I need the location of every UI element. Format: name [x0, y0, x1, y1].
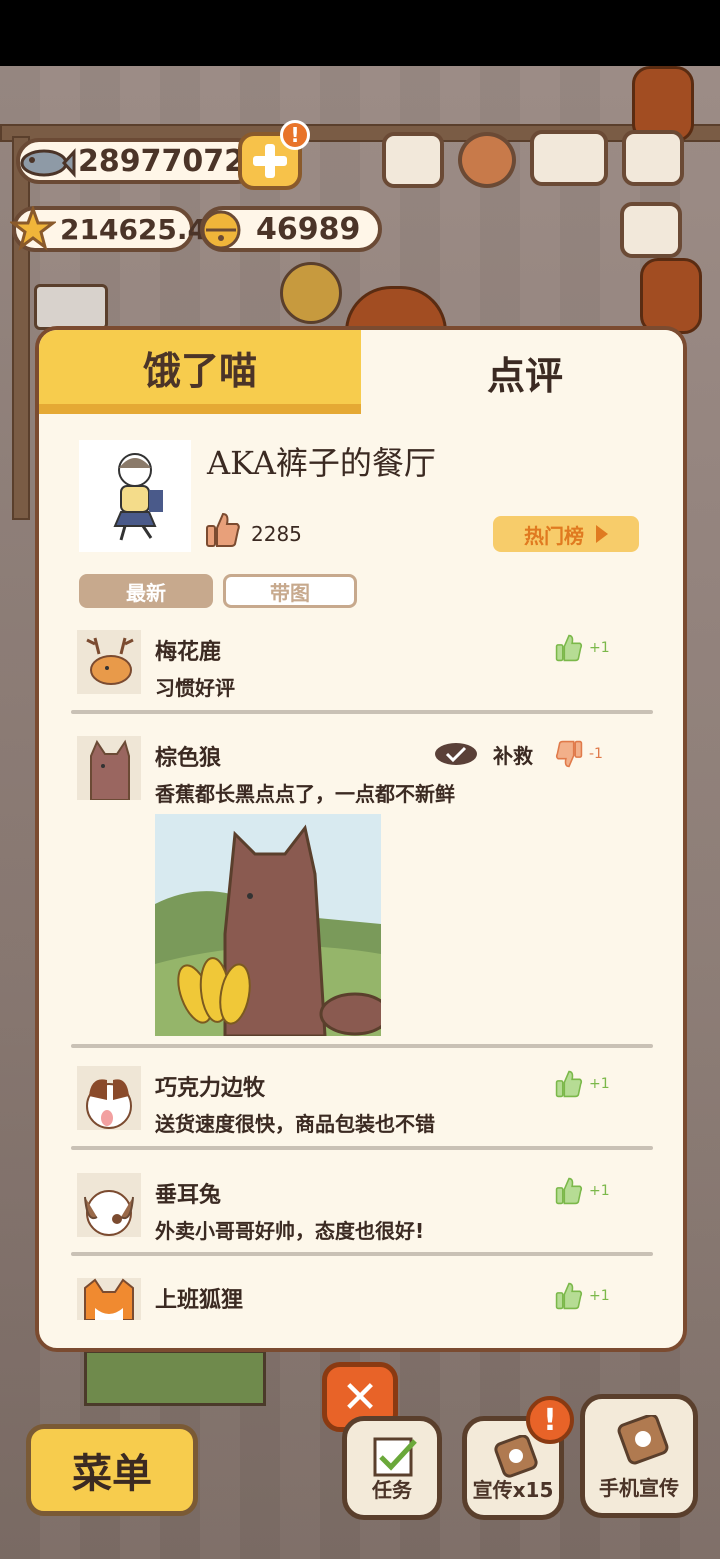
- filter-newest[interactable]: 最新: [79, 574, 213, 608]
- promo-alert-badge: !: [526, 1396, 574, 1444]
- tab-review[interactable]: 点评: [363, 330, 683, 414]
- phone-promo-label: 手机宣传: [599, 1476, 679, 1500]
- hot-list-button[interactable]: 热门榜: [493, 516, 639, 552]
- like-button[interactable]: +1: [555, 1282, 610, 1310]
- reviewer-avatar: [77, 1173, 141, 1237]
- divider: [71, 1044, 653, 1048]
- review-panel: 饿了喵 点评 AKA裤子的餐厅 2285 热门榜 最新 带图 梅花鹿 习惯好评 …: [35, 326, 687, 1352]
- review-item: 梅花鹿 习惯好评 +1: [39, 630, 683, 710]
- wood-post: [12, 136, 30, 520]
- reviewer-name: 梅花鹿: [155, 640, 222, 665]
- review-photo[interactable]: [155, 814, 381, 1036]
- camera-icon[interactable]: [622, 130, 684, 186]
- girl-avatar-icon: [113, 453, 163, 541]
- ranking-icon[interactable]: [382, 132, 444, 188]
- fish-icon: [20, 148, 76, 178]
- divider: [71, 710, 653, 714]
- vote-count: +1: [589, 1076, 610, 1092]
- restaurant-name: AKA裤子的餐厅: [207, 444, 436, 482]
- divider: [71, 1252, 653, 1256]
- vote-count: +1: [589, 1183, 610, 1199]
- status-bar: [0, 0, 720, 66]
- arrow-right-icon: [596, 525, 608, 543]
- thumbs-up-icon: [555, 634, 583, 662]
- fan-decoration: [280, 262, 342, 324]
- review-text: 香蕉都长黑点点了，一点都不新鲜: [155, 782, 455, 806]
- thumbs-up-icon: [555, 1177, 583, 1205]
- reviewer-name: 巧克力边牧: [155, 1076, 266, 1101]
- like-button[interactable]: +1: [555, 1177, 610, 1205]
- menu-button[interactable]: 菜单: [26, 1424, 198, 1516]
- vote-count: +1: [589, 1288, 610, 1304]
- like-button[interactable]: +1: [555, 634, 610, 662]
- reviewer-avatar: [77, 1066, 141, 1130]
- deer-icon: [86, 637, 134, 685]
- review-item: 棕色狼 补救 -1 香蕉都长黑点点了，一点都不新鲜: [39, 736, 683, 1036]
- reviewer-avatar: [77, 736, 141, 800]
- restaurant-avatar: [79, 440, 191, 552]
- shop-decoration: [34, 284, 108, 330]
- reviewer-name: 上班狐狸: [155, 1288, 244, 1313]
- promo-card-icon: [494, 1435, 538, 1478]
- reviewer-avatar: [77, 1278, 141, 1320]
- phone-promo-icon: [617, 1415, 669, 1465]
- review-item: 垂耳兔 外卖小哥哥好帅，态度也很好! +1: [39, 1173, 683, 1253]
- remedy-label: 补救: [493, 744, 533, 768]
- like-button[interactable]: +1: [555, 1070, 610, 1098]
- review-text: 送货速度很快，商品包装也不错: [155, 1112, 435, 1136]
- reviewer-avatar: [77, 630, 141, 694]
- fish-count: 28977072: [78, 143, 245, 179]
- news-icon[interactable]: [620, 202, 682, 258]
- reviewer-name: 垂耳兔: [155, 1183, 222, 1208]
- checklist-icon: [373, 1437, 417, 1477]
- tasks-button[interactable]: 任务: [342, 1416, 442, 1520]
- vote-count: +1: [589, 640, 610, 656]
- chat-check-icon: [435, 742, 477, 765]
- lop-rabbit-icon: [84, 1190, 134, 1236]
- dislike-button[interactable]: -1: [555, 740, 603, 768]
- book-icon[interactable]: [530, 130, 608, 186]
- gear-icon[interactable]: [458, 132, 516, 188]
- bell-count: 46989: [256, 211, 361, 247]
- hot-list-label: 热门榜: [524, 523, 584, 548]
- shelf-decoration: [84, 1350, 266, 1406]
- thumbs-down-icon: [555, 740, 583, 768]
- star-count: 214625.4: [60, 212, 208, 246]
- review-text: 外卖小哥哥好帅，态度也很好!: [155, 1219, 425, 1243]
- star-icon: [10, 206, 56, 251]
- filter-with-pics[interactable]: 带图: [223, 574, 357, 608]
- review-text: 习惯好评: [155, 676, 235, 700]
- wolf-icon: [90, 739, 130, 800]
- tab-hungry-meow[interactable]: 饿了喵: [39, 330, 361, 414]
- reviewer-name: 棕色狼: [155, 746, 222, 771]
- review-item: 巧克力边牧 送货速度很快，商品包装也不错 +1: [39, 1066, 683, 1146]
- alert-badge: !: [280, 120, 310, 150]
- restaurant-like-count: 2285: [251, 522, 302, 546]
- vote-count: -1: [589, 746, 603, 762]
- thumbs-up-icon: [206, 512, 240, 547]
- thumbs-up-icon: [555, 1282, 583, 1310]
- phone-promo-button[interactable]: 手机宣传: [580, 1394, 698, 1518]
- bell-icon: [201, 210, 241, 250]
- review-item: 上班狐狸 +1: [39, 1278, 683, 1338]
- divider: [71, 1146, 653, 1150]
- lantern-decoration: [640, 258, 702, 334]
- border-collie-icon: [86, 1079, 132, 1129]
- wolf-with-bananas-image: [155, 814, 381, 1036]
- fox-icon: [84, 1278, 134, 1320]
- thumbs-up-icon: [555, 1070, 583, 1098]
- remedy-button[interactable]: 补救: [433, 740, 533, 769]
